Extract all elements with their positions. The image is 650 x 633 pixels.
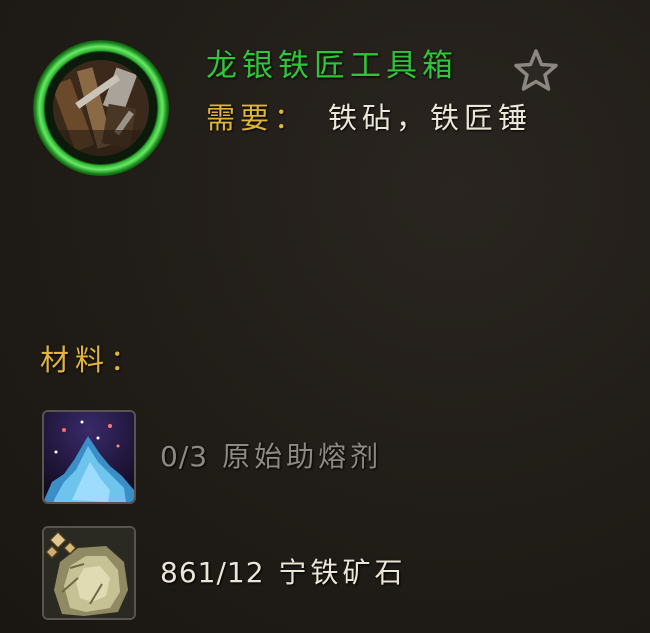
requirements-line: 需要： 铁砧，铁匠锤 xyxy=(206,98,532,138)
reagent-count: 0/3 xyxy=(160,440,209,473)
reagent-text: 0/3 原始助熔剂 xyxy=(160,437,382,477)
primal-flux-icon[interactable] xyxy=(42,410,136,504)
reagent-text: 861/12 宁铁矿石 xyxy=(160,553,407,593)
reagent-name: 宁铁矿石 xyxy=(278,556,407,589)
recipe-title: 龙银铁匠工具箱 xyxy=(206,48,458,84)
requires-label: 需要： xyxy=(206,101,309,135)
toolbox-icon xyxy=(53,60,149,156)
reagent-name: 原始助熔剂 xyxy=(222,440,383,473)
recipe-item-icon[interactable] xyxy=(33,40,169,176)
materials-header: 材料： xyxy=(40,343,146,377)
serevite-ore-icon[interactable] xyxy=(42,526,136,620)
reagent-count: 861/12 xyxy=(160,556,265,589)
favorite-star-icon[interactable] xyxy=(512,48,560,92)
reagent-row[interactable]: 0/3 原始助熔剂 xyxy=(42,410,622,504)
reagent-row[interactable]: 861/12 宁铁矿石 xyxy=(42,526,622,620)
requires-tools: 铁砧，铁匠锤 xyxy=(328,101,533,135)
